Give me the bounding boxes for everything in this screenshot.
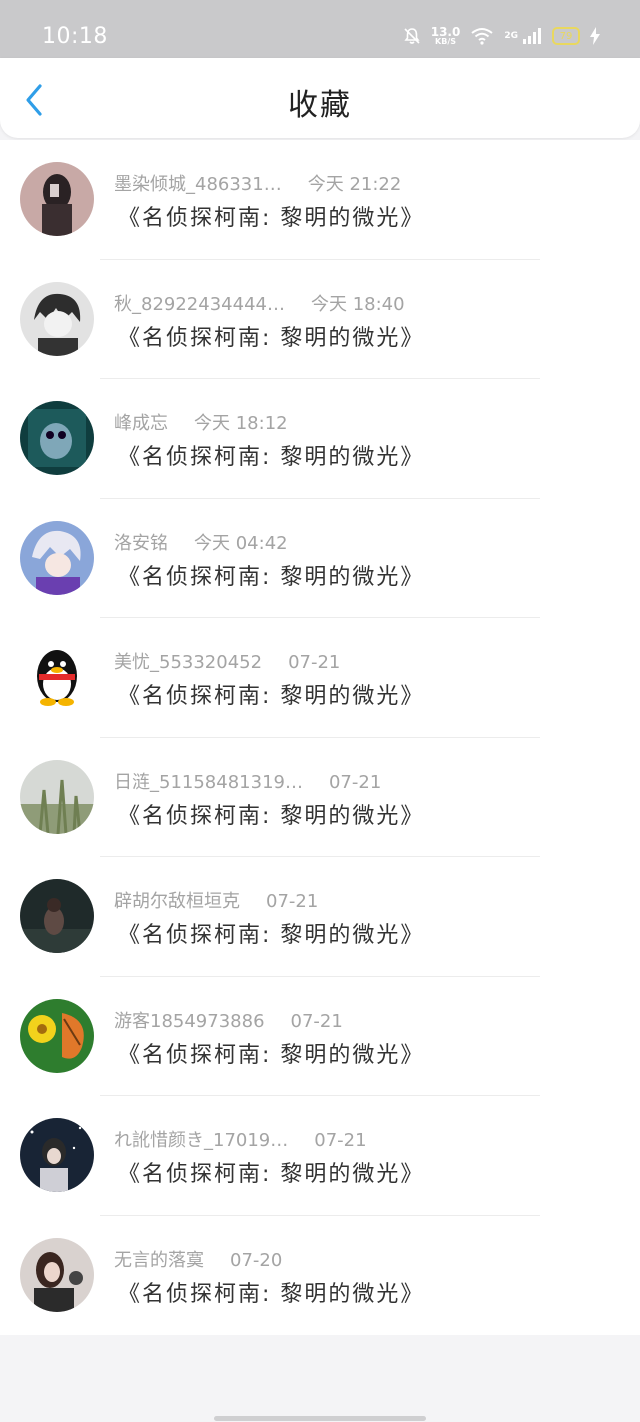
item-time: 今天 18:12 <box>194 413 288 434</box>
item-meta: 峰成忘 今天 18:12 <box>114 409 288 435</box>
net-speed: 13.0 KB/S <box>431 26 461 46</box>
work-title: 《名侦探柯南: 黎明的微光》 <box>118 206 425 231</box>
user-name: 辟胡尔敌桓垣克 <box>114 891 240 912</box>
user-name: 秋_82922434444… <box>114 293 285 315</box>
avatar[interactable] <box>20 879 94 953</box>
user-name: 无言的落寞 <box>114 1249 204 1271</box>
work-title: 《名侦探柯南: 黎明的微光》 <box>118 564 425 590</box>
item-meta: 美忧_553320452 07-21 <box>114 648 340 674</box>
user-name: 洛安铭 <box>114 532 168 554</box>
avatar[interactable] <box>20 520 94 595</box>
avatar[interactable] <box>20 162 94 236</box>
avatar[interactable] <box>20 640 94 714</box>
status-bar: 10:18 13.0 KB/S 2G 79 <box>0 0 640 58</box>
wifi-icon <box>471 28 493 45</box>
signal-icon <box>523 28 541 44</box>
work-title: 《名侦探柯南: 黎明的微光》 <box>118 1162 425 1187</box>
net-speed-unit: KB/S <box>435 37 457 46</box>
list-item[interactable]: 墨染倾城_486331… 今天 21:22 《名侦探柯南: 黎明的微光》 <box>0 140 640 260</box>
user-name: れ訛惜颜き_17019… <box>114 1130 289 1151</box>
status-time: 10:18 <box>42 24 108 49</box>
home-indicator[interactable] <box>214 1416 426 1421</box>
work-title: 《名侦探柯南: 黎明的微光》 <box>118 325 425 351</box>
item-meta: 秋_82922434444… 今天 18:40 <box>114 290 405 316</box>
item-time: 07-21 <box>288 652 341 673</box>
avatar[interactable] <box>20 998 94 1073</box>
list-item[interactable]: 峰成忘 今天 18:12 《名侦探柯南: 黎明的微光》 <box>0 379 640 499</box>
avatar[interactable] <box>20 759 94 834</box>
item-time: 07-21 <box>290 1010 343 1032</box>
user-name: 美忧_553320452 <box>114 652 263 673</box>
item-meta: 辟胡尔敌桓垣克 07-21 <box>114 887 318 913</box>
work-title: 《名侦探柯南: 黎明的微光》 <box>118 684 425 709</box>
user-name: 墨染倾城_486331… <box>114 174 282 195</box>
item-meta: 日涟_51158481319… 07-21 <box>114 768 381 794</box>
charging-icon <box>590 27 600 45</box>
favorites-list: 墨染倾城_486331… 今天 21:22 《名侦探柯南: 黎明的微光》 秋_82… <box>0 140 640 1335</box>
item-time: 今天 18:40 <box>310 293 405 315</box>
qq-penguin-icon <box>37 650 77 706</box>
user-name: 日涟_51158481319… <box>114 771 303 793</box>
item-meta: 游客1854973886 07-21 <box>114 1007 343 1033</box>
work-title: 《名侦探柯南: 黎明的微光》 <box>118 1281 425 1307</box>
status-icons: 13.0 KB/S 2G 79 <box>403 26 600 46</box>
list-item[interactable]: 日涟_51158481319… 07-21 《名侦探柯南: 黎明的微光》 <box>0 738 640 857</box>
item-time: 07-21 <box>314 1130 367 1151</box>
signal-type-label: 2G <box>504 31 518 41</box>
list-item[interactable]: 洛安铭 今天 04:42 《名侦探柯南: 黎明的微光》 <box>0 499 640 618</box>
avatar[interactable] <box>20 1118 94 1192</box>
item-time: 07-20 <box>230 1249 283 1271</box>
item-time: 今天 04:42 <box>194 532 288 554</box>
work-title: 《名侦探柯南: 黎明的微光》 <box>118 1042 425 1068</box>
item-meta: 无言的落寞 07-20 <box>114 1246 282 1272</box>
list-item[interactable]: 游客1854973886 07-21 《名侦探柯南: 黎明的微光》 <box>0 977 640 1096</box>
list-item[interactable]: 无言的落寞 07-20 《名侦探柯南: 黎明的微光》 <box>0 1216 640 1336</box>
item-meta: 洛安铭 今天 04:42 <box>114 529 288 555</box>
user-name: 游客1854973886 <box>114 1010 265 1032</box>
work-title: 《名侦探柯南: 黎明的微光》 <box>118 923 425 948</box>
work-title: 《名侦探柯南: 黎明的微光》 <box>118 803 425 829</box>
item-meta: れ訛惜颜き_17019… 07-21 <box>114 1126 367 1152</box>
bell-mute-icon <box>404 28 420 44</box>
list-item[interactable]: 辟胡尔敌桓垣克 07-21 《名侦探柯南: 黎明的微光》 <box>0 857 640 977</box>
item-time: 07-21 <box>328 771 382 793</box>
item-time: 07-21 <box>266 891 319 912</box>
battery-icon: 79 <box>552 27 580 45</box>
page-title: 收藏 <box>288 88 352 123</box>
item-meta: 墨染倾城_486331… 今天 21:22 <box>114 170 401 196</box>
work-title: 《名侦探柯南: 黎明的微光》 <box>118 445 425 470</box>
avatar[interactable] <box>20 281 94 356</box>
item-time: 今天 21:22 <box>307 174 402 195</box>
user-name: 峰成忘 <box>114 413 168 434</box>
header-bar: 收藏 <box>0 58 640 138</box>
list-item[interactable]: 美忧_553320452 07-21 《名侦探柯南: 黎明的微光》 <box>0 618 640 738</box>
list-item[interactable]: れ訛惜颜き_17019… 07-21 《名侦探柯南: 黎明的微光》 <box>0 1096 640 1216</box>
avatar[interactable] <box>20 401 94 475</box>
list-item[interactable]: 秋_82922434444… 今天 18:40 《名侦探柯南: 黎明的微光》 <box>0 260 640 379</box>
avatar[interactable] <box>20 1237 94 1312</box>
